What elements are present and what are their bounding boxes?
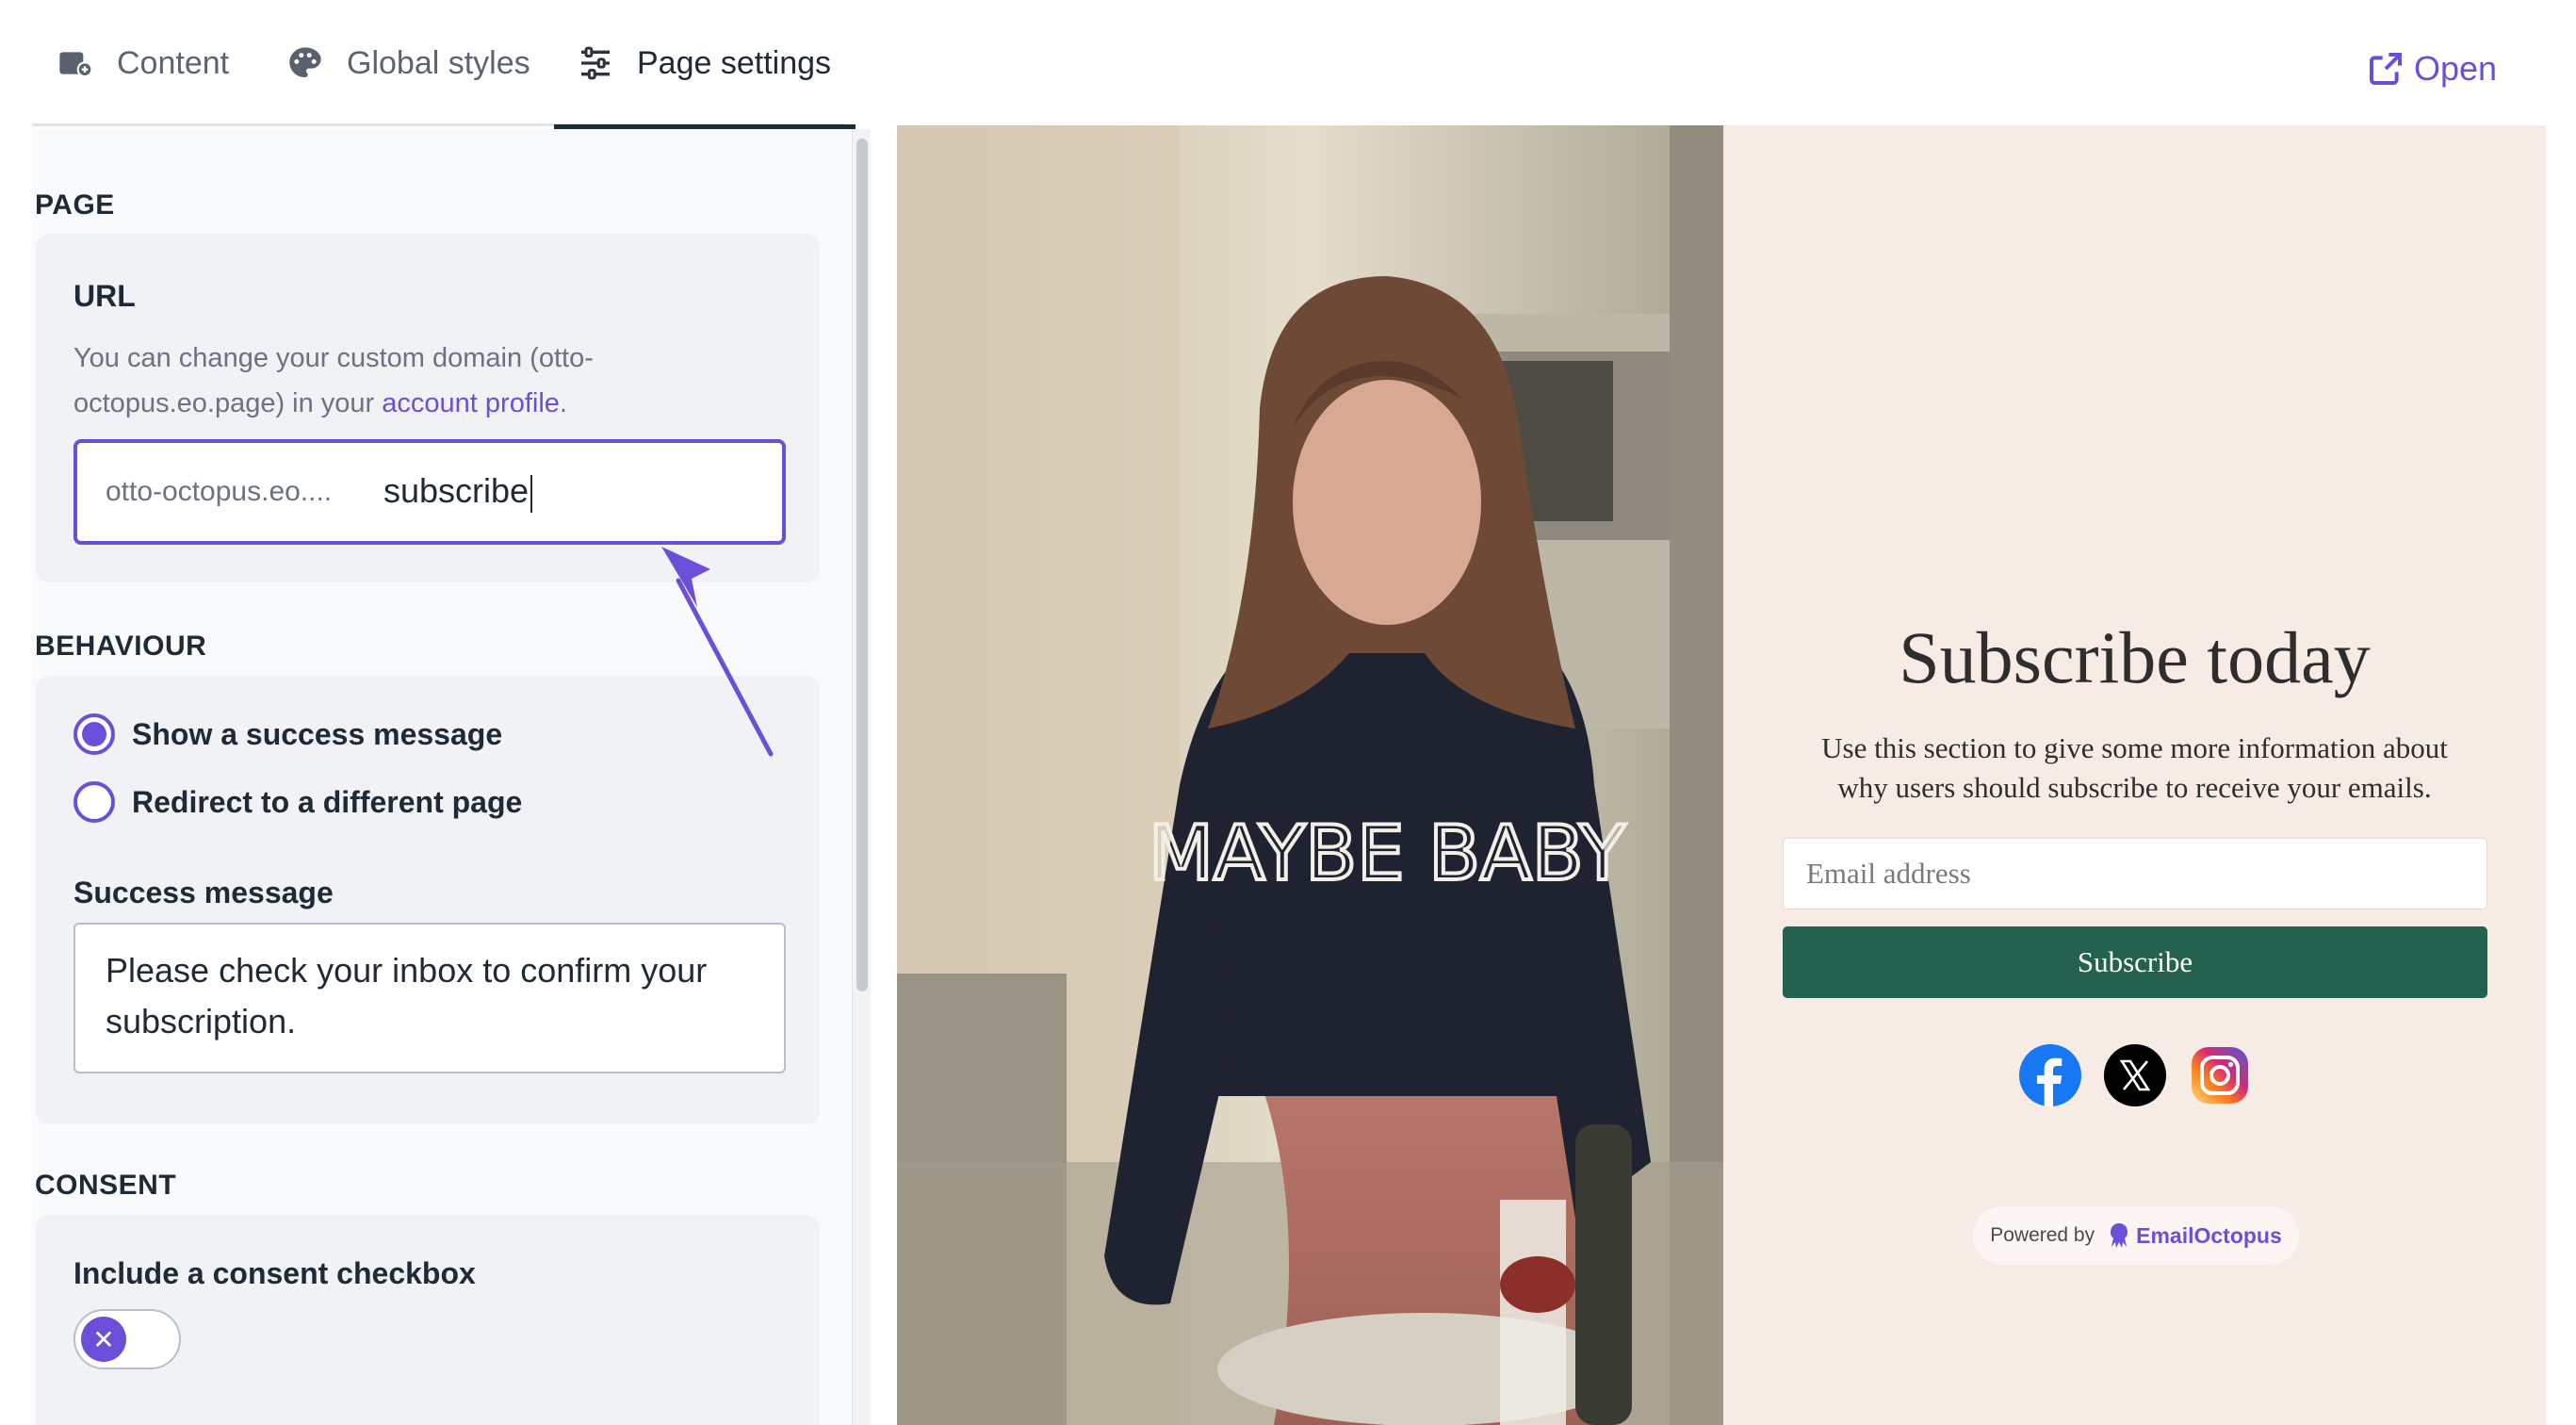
preview-title: Subscribe today	[1899, 616, 2371, 698]
preview-subscribe-button[interactable]: Subscribe	[1783, 926, 2487, 998]
hero-photo: MAYBE BABY	[897, 125, 1723, 1425]
open-link-label: Open	[2414, 49, 2498, 88]
preview-email-input[interactable]: Email address	[1783, 838, 2487, 909]
url-help-text: You can change your custom domain (otto-…	[73, 343, 594, 418]
brand-logo: EmailOctopus	[2108, 1222, 2282, 1249]
page-section-heading: PAGE	[35, 189, 115, 221]
powered-by-badge[interactable]: Powered by EmailOctopus	[1973, 1206, 2299, 1265]
facebook-icon[interactable]	[2018, 1044, 2081, 1106]
tab-content-label: Content	[117, 44, 230, 81]
shirt-print-text: MAYBE BABY	[1149, 810, 1626, 897]
success-message-textarea[interactable]: Please check your inbox to confirm your …	[73, 923, 786, 1073]
radio-show-success-message[interactable]: Show a success message	[73, 713, 502, 755]
scrollbar-thumb[interactable]	[856, 139, 868, 991]
text-caret	[530, 474, 533, 513]
tab-global-styles-label: Global styles	[347, 44, 530, 81]
annotation-arrow-icon	[661, 547, 774, 757]
radio-checked-icon[interactable]	[73, 713, 115, 755]
sliders-icon	[581, 46, 610, 80]
tab-content[interactable]: Content	[57, 0, 229, 126]
landing-page-preview: MAYBE BABY Subscribe today Use this sect…	[897, 125, 2546, 1425]
x-icon[interactable]	[2103, 1044, 2166, 1106]
behaviour-section-heading: BEHAVIOUR	[35, 631, 207, 662]
tab-global-styles[interactable]: Global styles	[286, 0, 530, 126]
url-slug-value: subscribe	[383, 471, 533, 513]
url-slug-input[interactable]: otto-octopus.eo.... subscribe	[73, 439, 786, 545]
instagram-icon[interactable]	[2189, 1044, 2251, 1106]
radio-unchecked-icon[interactable]	[73, 781, 115, 823]
consent-section-heading: CONSENT	[35, 1170, 177, 1201]
brand-name: EmailOctopus	[2136, 1222, 2282, 1248]
panel-scrollbar[interactable]	[852, 129, 871, 1425]
url-title: URL	[73, 279, 136, 313]
url-domain-prefix: otto-octopus.eo....	[106, 476, 333, 507]
url-card: URL You can change your custom domain (o…	[36, 234, 820, 582]
preview-description: Use this section to give some more infor…	[1821, 731, 2448, 804]
subscribe-form-section: Subscribe today Use this section to give…	[1723, 125, 2546, 1425]
tab-page-settings-label: Page settings	[637, 44, 832, 81]
octopus-icon	[2111, 1223, 2128, 1248]
powered-by-label: Powered by	[1990, 1224, 2095, 1246]
consent-toggle[interactable]: ✕	[73, 1309, 181, 1369]
consent-card: Include a consent checkbox ✕	[36, 1215, 820, 1425]
consent-checkbox-label: Include a consent checkbox	[73, 1256, 476, 1290]
palette-icon	[289, 47, 321, 77]
settings-tab-bar: Content Global styles Page settings	[32, 0, 856, 129]
account-profile-link[interactable]: account profile	[382, 388, 560, 418]
open-page-link[interactable]: Open	[2367, 49, 2497, 89]
close-icon: ✕	[81, 1317, 126, 1362]
kitchen-photo-illustration: MAYBE BABY	[897, 125, 1723, 1425]
content-icon	[59, 52, 93, 77]
success-message-label: Success message	[73, 876, 334, 909]
social-links	[1723, 1044, 2546, 1106]
tab-page-settings[interactable]: Page settings	[553, 0, 856, 129]
radio-redirect-label: Redirect to a different page	[132, 784, 523, 819]
page-settings-panel: PAGE URL You can change your custom doma…	[32, 129, 852, 1425]
external-link-icon	[2370, 53, 2402, 85]
radio-success-label: Show a success message	[132, 716, 503, 751]
radio-redirect[interactable]: Redirect to a different page	[73, 781, 522, 823]
